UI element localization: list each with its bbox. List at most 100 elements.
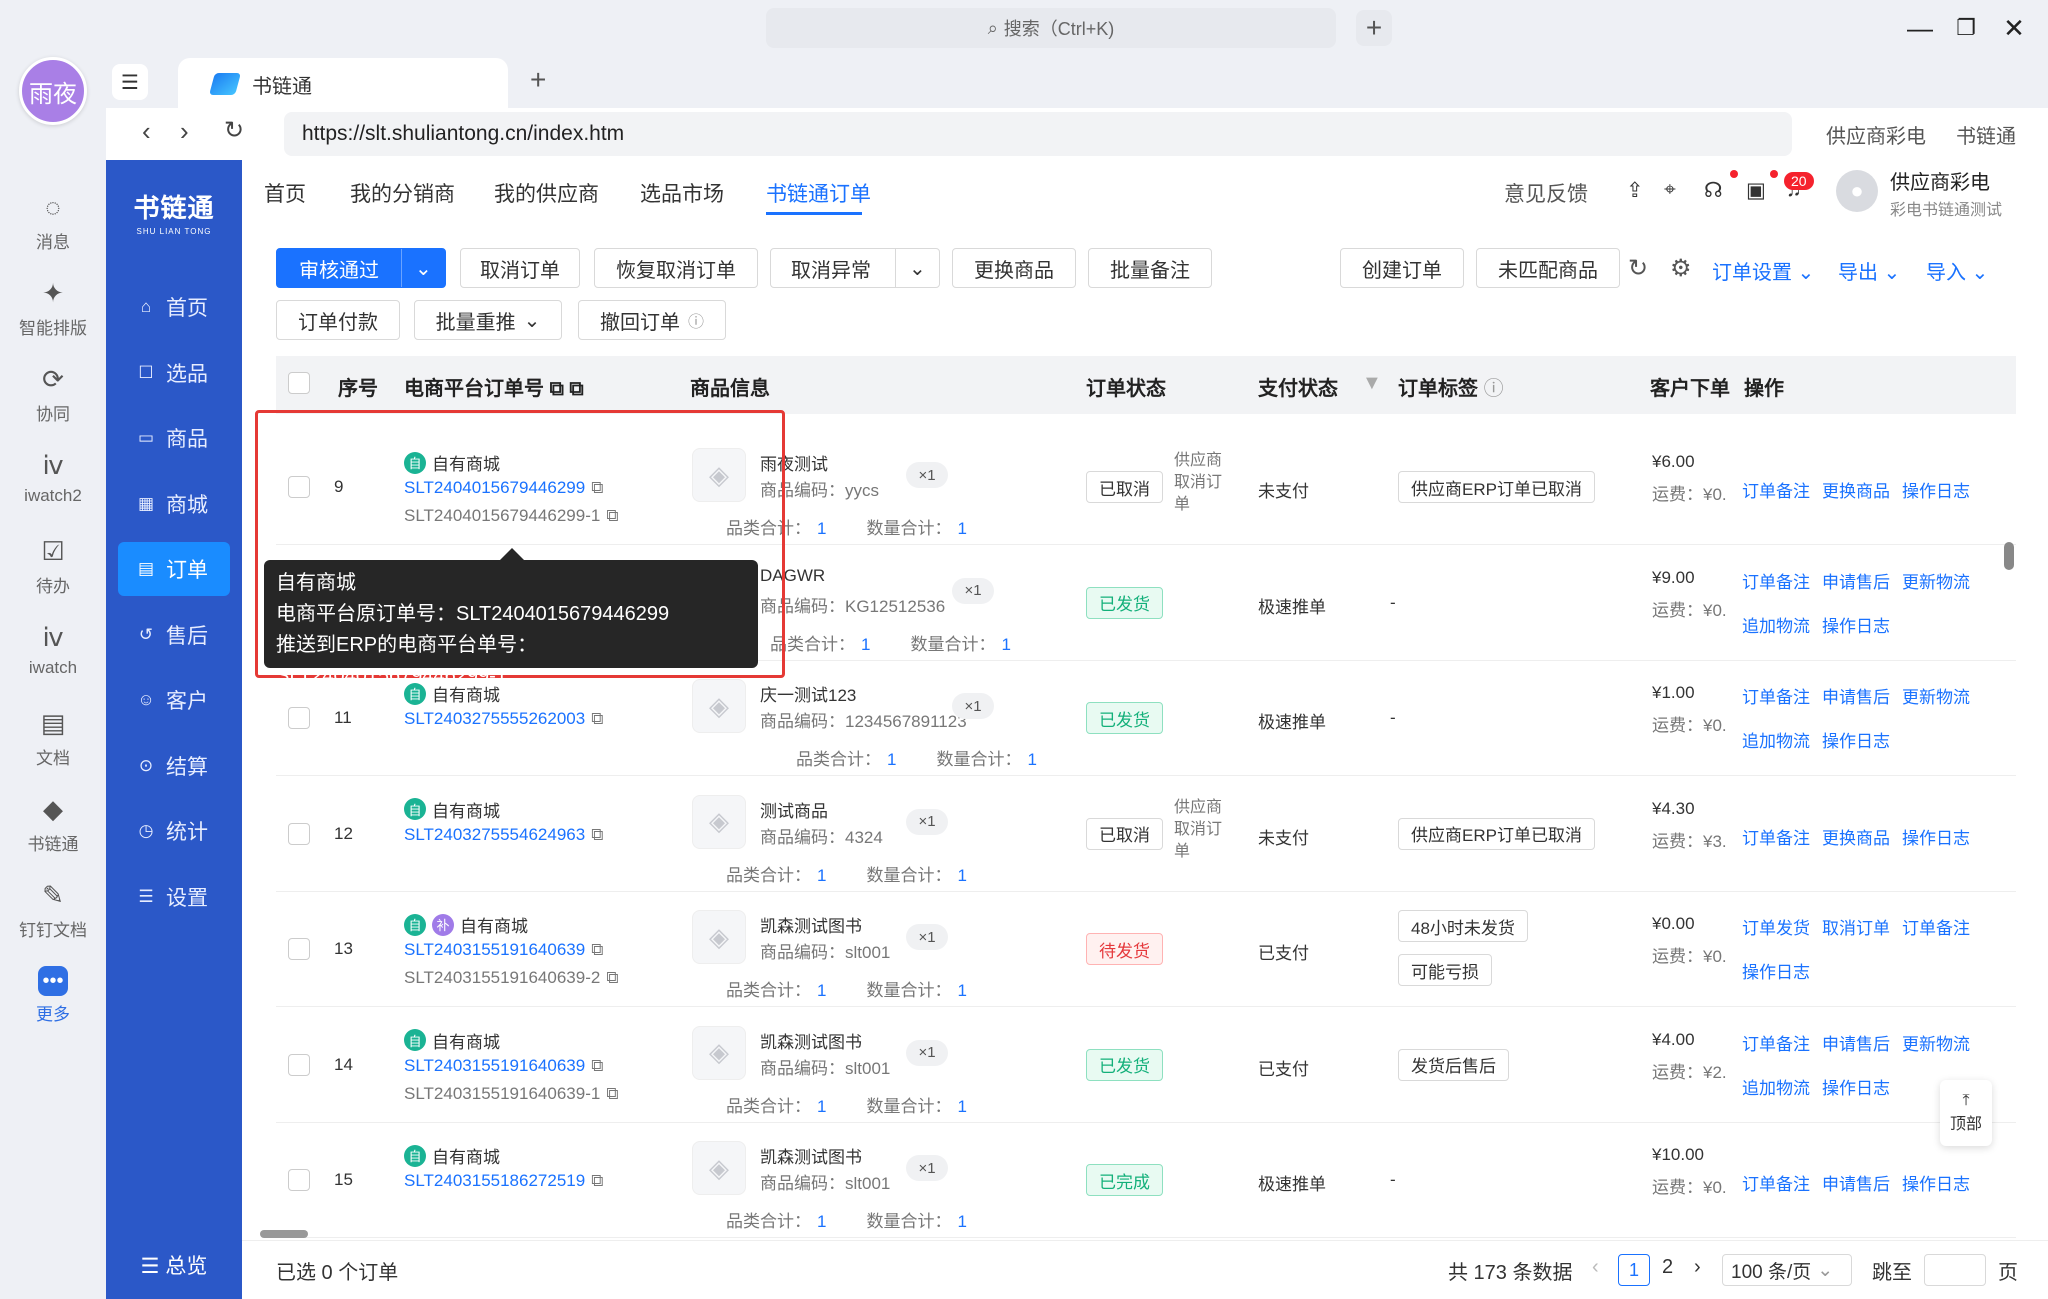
order-number-link[interactable]: SLT2403155186272519 ⧉ [404, 1171, 603, 1191]
order-number-link[interactable]: SLT2403275555262003 ⧉ [404, 709, 603, 729]
rail-item-8[interactable]: ✎ 钉钉文档 [0, 878, 106, 941]
unmatched-goods-button[interactable]: 未匹配商品 [1476, 248, 1620, 288]
sidebar-item-7[interactable]: ⊙ 结算 [118, 739, 230, 793]
sidebar-item-8[interactable]: ◷ 统计 [118, 804, 230, 858]
sidebar-item-3[interactable]: ▦ 商城 [118, 477, 230, 531]
rail-item-2[interactable]: ⟳ 协同 [0, 362, 106, 425]
row-action-2[interactable]: 更新物流 [1902, 568, 1970, 593]
batch-repush-button[interactable]: 批量重推 ⌄ [414, 300, 562, 340]
upload-icon[interactable]: ⇪ [1626, 178, 1644, 203]
user-avatar[interactable]: 雨夜 [19, 57, 87, 125]
row-checkbox[interactable] [288, 938, 310, 960]
goods-thumbnail[interactable]: ◈ [692, 1025, 746, 1080]
sidebar-item-1[interactable]: ☐ 选品 [118, 346, 230, 400]
gear-icon[interactable]: ⚙ [1670, 254, 1692, 283]
user-icon[interactable]: ● [1836, 170, 1878, 212]
row-action-0[interactable]: 订单备注 [1742, 1170, 1810, 1195]
refresh-icon[interactable]: ↻ [224, 116, 244, 145]
bookmark-shuliantong[interactable]: 书链通 [1956, 120, 2016, 149]
row-action-0[interactable]: 订单备注 [1742, 568, 1810, 593]
next-page-icon[interactable]: › [1694, 1256, 1701, 1279]
horizontal-scrollbar[interactable] [260, 1230, 308, 1238]
rail-item-5[interactable]: ⅳ iwatch [0, 620, 106, 678]
menu-icon[interactable]: ☰ [112, 64, 148, 100]
row-action-0[interactable]: 订单备注 [1742, 477, 1810, 502]
feedback-link[interactable]: 意见反馈 [1504, 178, 1588, 208]
row-action-4[interactable]: 操作日志 [1822, 727, 1890, 752]
user-name[interactable]: 供应商彩电 [1890, 166, 1990, 195]
order-number-link[interactable]: SLT2403155191640639 ⧉ [404, 940, 603, 960]
rail-item-7[interactable]: ◆ 书链通 [0, 792, 106, 855]
cancel-order-button[interactable]: 取消订单 [460, 248, 580, 288]
create-order-button[interactable]: 创建订单 [1340, 248, 1464, 288]
header-tab-3[interactable]: 选品市场 [640, 178, 724, 208]
restore-cancel-button[interactable]: 恢复取消订单 [594, 248, 758, 288]
rail-item-1[interactable]: ✦ 智能排版 [0, 276, 106, 339]
filter-icon[interactable]: ▼ [1362, 372, 1382, 395]
copy-icon[interactable]: ⧉ [606, 1084, 618, 1103]
cancel-exception-button[interactable]: 取消异常 ⌄ [770, 248, 940, 288]
row-action-1[interactable]: 更换商品 [1822, 477, 1890, 502]
tag-icon[interactable]: ⌖ [1664, 178, 1676, 202]
header-tab-0[interactable]: 首页 [264, 178, 306, 208]
new-window-button[interactable]: + [1356, 10, 1392, 46]
order-number-link[interactable]: SLT2403275554624963 ⧉ [404, 825, 603, 845]
order-settings-link[interactable]: 订单设置 ⌄ [1712, 256, 1814, 285]
sidebar-item-9[interactable]: ☰ 设置 [118, 870, 230, 924]
close-icon[interactable]: ✕ [1996, 10, 2032, 46]
page-current[interactable]: 1 [1618, 1254, 1650, 1286]
goods-thumbnail[interactable]: ◈ [692, 1141, 746, 1195]
copy-icon[interactable]: ⧉ [569, 378, 583, 400]
sidebar-item-0[interactable]: ⌂ 首页 [118, 280, 230, 334]
vertical-scrollbar[interactable] [2004, 542, 2014, 570]
bookmark-supplier[interactable]: 供应商彩电 [1826, 120, 1926, 149]
rail-item-6[interactable]: ▤ 文档 [0, 706, 106, 769]
row-action-0[interactable]: 订单发货 [1742, 914, 1810, 939]
sidebar-item-2[interactable]: ▭ 商品 [118, 411, 230, 465]
select-all-checkbox[interactable] [288, 372, 310, 394]
global-search[interactable]: ⌕ 搜索（Ctrl+K) [766, 8, 1336, 48]
page-size-select[interactable]: 100 条/页 ⌄ [1722, 1254, 1852, 1286]
copy-icon[interactable]: ⧉ [550, 378, 564, 400]
chevron-down-icon[interactable]: ⌄ [909, 256, 926, 281]
batch-note-button[interactable]: 批量备注 [1088, 248, 1212, 288]
order-number-link[interactable]: SLT2403155191640639 ⧉ [404, 1056, 603, 1076]
row-action-4[interactable]: 操作日志 [1822, 612, 1890, 637]
page-2[interactable]: 2 [1662, 1256, 1673, 1279]
row-action-1[interactable]: 申请售后 [1822, 683, 1890, 708]
sidebar-item-4[interactable]: ▤ 订单 [118, 542, 230, 596]
new-tab-icon[interactable]: + [530, 64, 546, 96]
row-action-2[interactable]: 更新物流 [1902, 1030, 1970, 1055]
header-tab-2[interactable]: 我的供应商 [494, 178, 599, 208]
recall-order-button[interactable]: 撤回订单 ⓘ [578, 300, 726, 340]
row-checkbox[interactable] [288, 707, 310, 729]
copy-icon[interactable]: ⧉ [591, 1171, 603, 1190]
row-action-2[interactable]: 操作日志 [1902, 824, 1970, 849]
forward-icon[interactable]: › [180, 116, 189, 147]
row-checkbox[interactable] [288, 1169, 310, 1191]
row-action-0[interactable]: 订单备注 [1742, 1030, 1810, 1055]
goods-thumbnail[interactable]: ◈ [692, 794, 746, 849]
calendar-icon[interactable]: ▣ [1746, 178, 1766, 203]
chevron-down-icon[interactable]: ⌄ [415, 256, 432, 281]
import-link[interactable]: 导入 ⌄ [1926, 256, 1988, 285]
row-action-1[interactable]: 申请售后 [1822, 568, 1890, 593]
refresh-icon[interactable]: ↻ [1628, 254, 1648, 283]
headset-icon[interactable]: ☊ [1704, 178, 1723, 203]
row-action-2[interactable]: 操作日志 [1902, 1170, 1970, 1195]
row-action-3[interactable]: 追加物流 [1742, 1074, 1810, 1099]
restore-icon[interactable]: ❐ [1948, 10, 1984, 46]
row-action-2[interactable]: 更新物流 [1902, 683, 1970, 708]
copy-icon[interactable]: ⧉ [591, 940, 603, 959]
rail-item-0[interactable]: ◌ 消息 [0, 190, 106, 253]
sidebar-item-6[interactable]: ☺ 客户 [118, 673, 230, 727]
row-action-3[interactable]: 追加物流 [1742, 612, 1810, 637]
row-checkbox[interactable] [288, 822, 310, 845]
overview-button[interactable]: ☰ 总览 [106, 1250, 242, 1280]
minimize-icon[interactable]: — [1902, 10, 1938, 46]
row-action-2[interactable]: 订单备注 [1902, 914, 1970, 939]
url-bar[interactable]: https://slt.shuliantong.cn/index.htm [284, 112, 1792, 156]
row-action-1[interactable]: 申请售后 [1822, 1030, 1890, 1055]
copy-icon[interactable]: ⧉ [591, 825, 603, 844]
browser-tab[interactable]: 书链通 [178, 58, 508, 110]
